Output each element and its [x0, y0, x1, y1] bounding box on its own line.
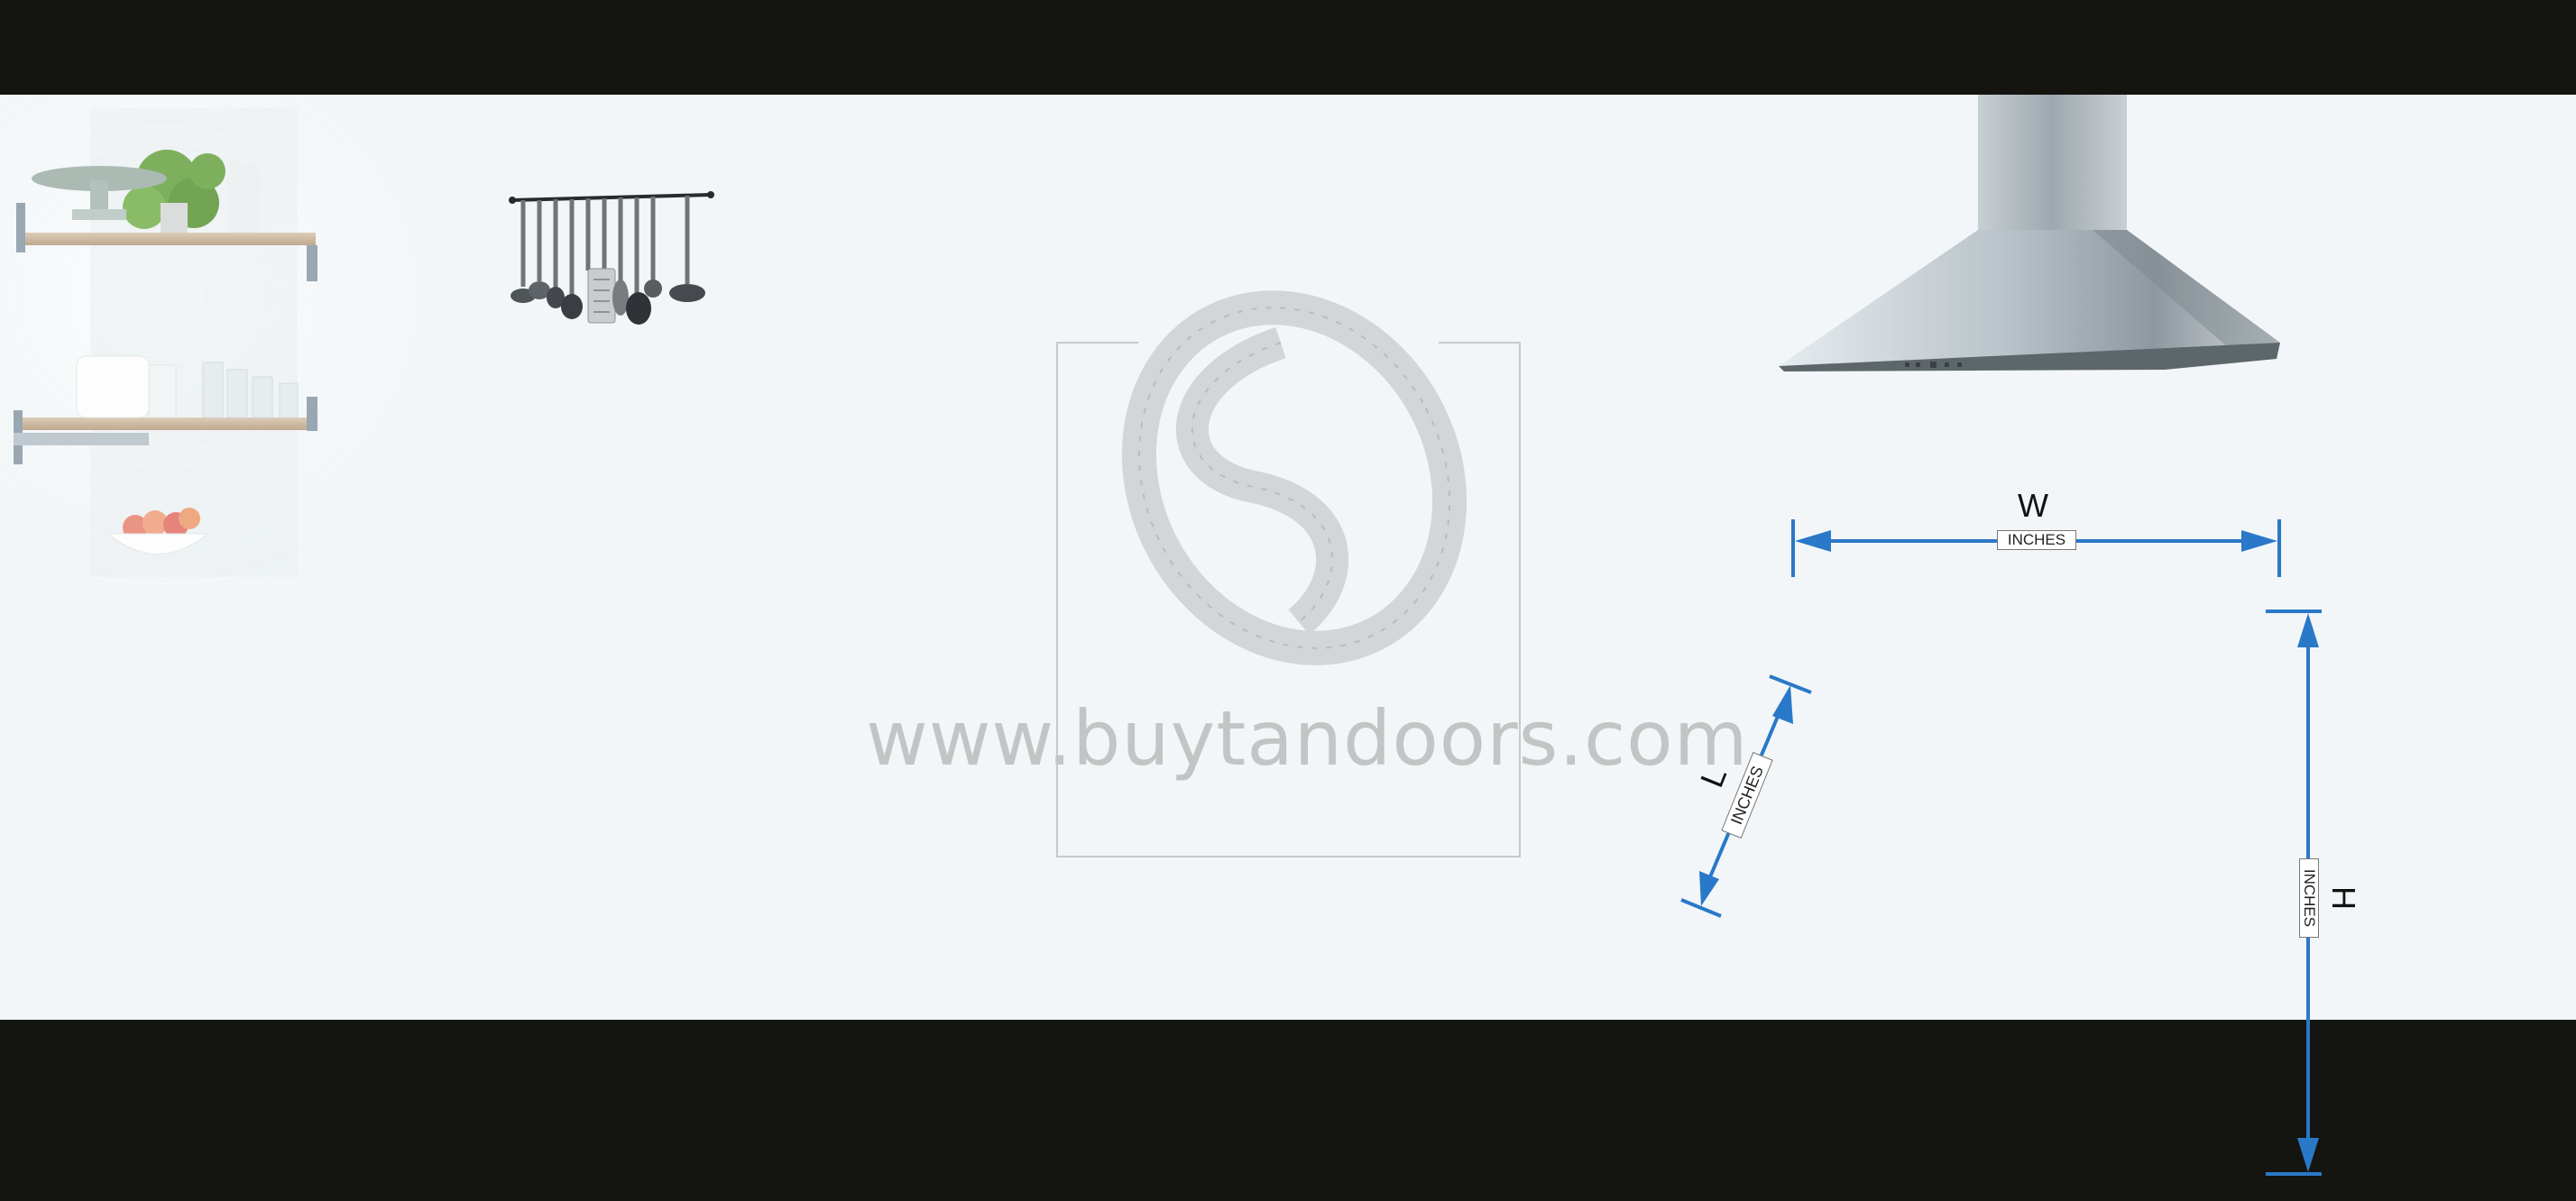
height-letter: H [2325, 886, 2362, 910]
width-unit-label: INCHES [1997, 530, 2076, 550]
kitchen-shelves-image [0, 95, 541, 600]
scene-illustration [0, 95, 2322, 1176]
watermark-url: www.buytandoors.com [866, 694, 1749, 783]
product-dimension-canvas: W INCHES H INCHES L INCHES www.buytandoo… [0, 0, 2576, 1201]
width-letter: W [2018, 487, 2048, 524]
height-unit-label: INCHES [2299, 858, 2319, 938]
chimney-hood-image [1779, 95, 2280, 371]
